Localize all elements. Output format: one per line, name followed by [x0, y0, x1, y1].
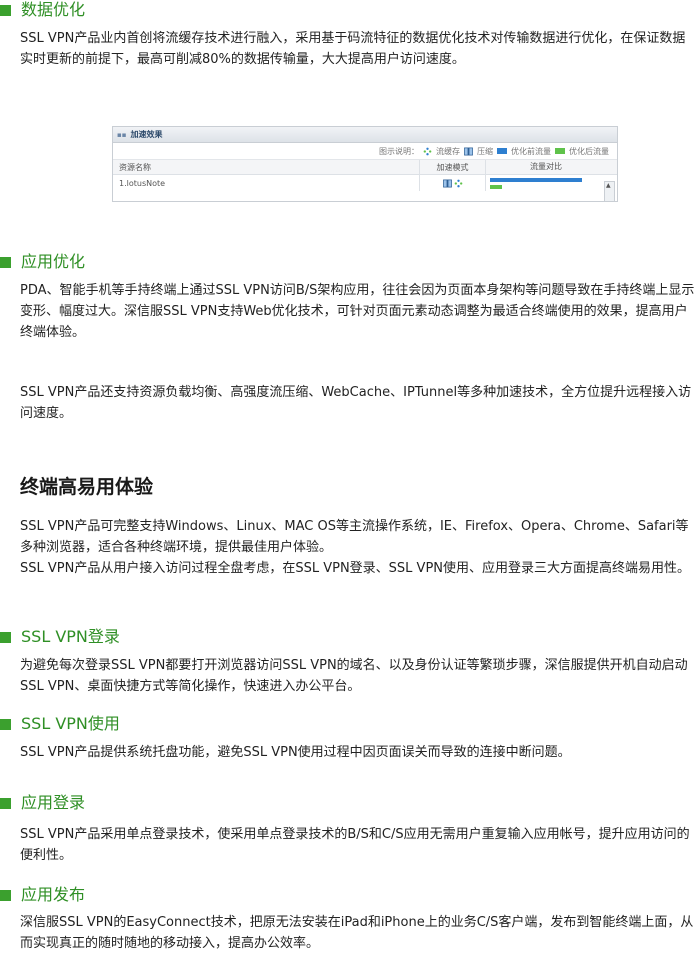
- legend-swatch-after: [555, 148, 565, 154]
- section-title-text: 应用优化: [21, 252, 86, 271]
- compress-icon: [464, 147, 473, 155]
- green-square-icon: [0, 718, 11, 730]
- section-title-app-login: 应用登录: [0, 793, 85, 813]
- green-square-icon: [0, 256, 11, 268]
- panel-title: 加速效果: [130, 130, 163, 139]
- legend-item-after: 优化后流量: [569, 146, 609, 156]
- legend-label: 图示说明：: [379, 146, 419, 156]
- paragraph-app-optimization-2: SSL VPN产品还支持资源负载均衡、高强度流压缩、WebCache、IPTun…: [20, 385, 692, 421]
- paragraph-app-publish: 深信服SSL VPN的EasyConnect技术，把原无法安装在iPad和iPh…: [20, 915, 694, 951]
- legend-swatch-before: [497, 148, 507, 154]
- bar-after-optimization: [490, 185, 502, 189]
- col-header-compare: 流量对比: [485, 160, 606, 174]
- mode-cell: [419, 175, 485, 191]
- section-title-vpn-use: SSL VPN使用: [0, 714, 120, 734]
- green-square-icon: [0, 889, 11, 901]
- green-square-icon: [0, 631, 11, 643]
- section-title-text: 应用发布: [21, 885, 86, 904]
- section-title-text: 应用登录: [21, 793, 86, 812]
- resource-name: 1.lotusNote: [119, 178, 166, 188]
- panel-legend: 图示说明： 流缓存 压缩 优化前流量 优化后流量: [113, 143, 617, 160]
- section-title-text: 数据优化: [21, 0, 86, 19]
- bar-before-optimization: [490, 178, 582, 182]
- section-title-app-publish: 应用发布: [0, 885, 85, 905]
- legend-item-stream-cache: 流缓存: [436, 146, 460, 156]
- paragraph-vpn-login: 为避免每次登录SSL VPN都要打开浏览器访问SSL VPN的域名、以及身份认证…: [20, 658, 688, 694]
- section-title-text: SSL VPN使用: [21, 714, 120, 733]
- panel-header: ▪▪ 加速效果: [113, 127, 617, 143]
- table-header: 资源名称 加速模式 流量对比: [113, 160, 617, 175]
- acceleration-effect-panel: ▪▪ 加速效果 图示说明： 流缓存 压缩 优化前流量 优化后流量 资源名称 加速…: [112, 126, 618, 202]
- scrollbar-up-button[interactable]: [604, 181, 615, 201]
- stream-cache-icon: [423, 147, 432, 155]
- paragraph-terminal-2: SSL VPN产品从用户接入访问过程全盘考虑，在SSL VPN登录、SSL VP…: [20, 561, 691, 576]
- col-header-resource: 资源名称: [119, 162, 151, 172]
- legend-item-compress: 压缩: [477, 146, 493, 156]
- paragraph-data-optimization: SSL VPN产品业内首创将流缓存技术进行融入，采用基于码流特征的数据优化技术对…: [20, 31, 686, 67]
- green-square-icon: [0, 4, 11, 16]
- paragraph-app-login: SSL VPN产品采用单点登录技术，使采用单点登录技术的B/S和C/S应用无需用…: [20, 827, 690, 863]
- legend-item-before: 优化前流量: [511, 146, 551, 156]
- section-title-app-optimization: 应用优化: [0, 252, 85, 272]
- section-title-vpn-login: SSL VPN登录: [0, 627, 120, 647]
- section-title-data-optimization: 数据优化: [0, 0, 85, 20]
- paragraph-app-optimization-1: PDA、智能手机等手持终端上通过SSL VPN访问B/S架构应用，往往会因为页面…: [20, 283, 695, 340]
- compress-icon: [442, 179, 452, 187]
- paragraph-terminal-1: SSL VPN产品可完整支持Windows、Linux、MAC OS等主流操作系…: [20, 519, 689, 555]
- paragraph-vpn-use: SSL VPN产品提供系统托盘功能，避免SSL VPN使用过程中因页面误关而导致…: [20, 745, 571, 760]
- section-title-text: SSL VPN登录: [21, 627, 120, 646]
- green-square-icon: [0, 797, 11, 809]
- panel-grip-icon: ▪▪: [117, 130, 127, 139]
- compare-cell: [485, 175, 606, 191]
- stream-cache-icon: [454, 179, 462, 187]
- col-header-mode: 加速模式: [419, 160, 485, 174]
- heading-terminal-usability: 终端高易用体验: [20, 476, 154, 498]
- table-row[interactable]: 1.lotusNote: [113, 175, 617, 191]
